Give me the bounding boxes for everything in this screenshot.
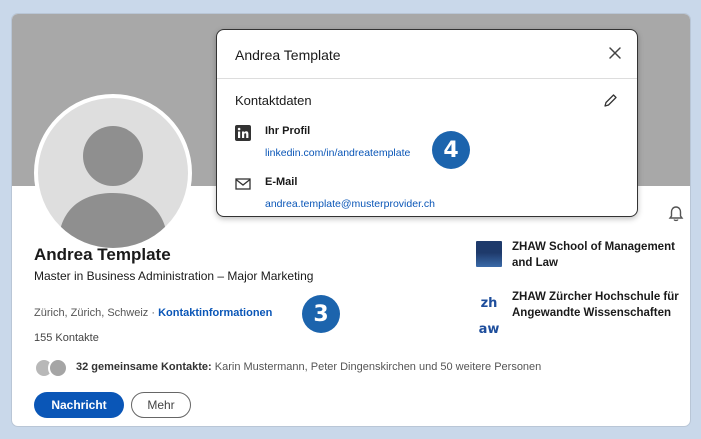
education-name: ZHAW School of Management and Law [512,241,675,269]
zhaw-logo: zh aw [478,296,500,337]
contact-profile-label: Ihr Profil [265,125,311,137]
location-line: Zürich, Zürich, Schweiz · Kontaktinforma… [34,307,272,319]
contact-info-modal: Andrea Template Kontaktdaten Ihr Profil … [216,29,638,217]
profile-headline: Master in Business Administration – Majo… [34,269,314,283]
avatar-placeholder-icon [58,126,168,248]
mutual-text: 32 gemeinsame Kontakte: Karin Mustermann… [76,361,541,373]
mutual-count: 32 gemeinsame Kontakte: [76,361,212,373]
profile-avatar[interactable] [34,94,192,252]
mutual-names: Karin Mustermann, Peter Dingenskirchen u… [214,361,542,373]
contact-email-link[interactable]: andrea.template@musterprovider.ch [265,198,435,210]
mutual-avatars [34,356,72,378]
zhaw-school-logo [476,241,502,267]
modal-section-title: Kontaktdaten [235,93,312,108]
contact-profile-link[interactable]: linkedin.com/in/andreatemplate [265,147,410,159]
connections-count[interactable]: 155 Kontakte [34,332,99,344]
callout-badge-4: 4 [432,131,470,169]
modal-title: Andrea Template [235,47,341,63]
callout-badge-3: 3 [302,295,340,333]
close-icon[interactable] [604,42,626,64]
education-item[interactable]: zh aw ZHAW Zürcher Hochschule für Angewa… [476,289,679,337]
contact-info-link[interactable]: Kontaktinformationen [158,307,272,319]
profile-name: Andrea Template [34,245,171,264]
linkedin-icon [235,125,251,141]
more-button[interactable]: Mehr [131,392,191,418]
contact-email-label: E-Mail [265,176,298,188]
education-list: ZHAW School of Management and Law zh aw … [476,239,679,339]
modal-divider [217,78,637,79]
education-item[interactable]: ZHAW School of Management and Law [476,239,676,283]
mail-icon [235,176,251,192]
education-name: ZHAW Zürcher Hochschule für Angewandte W… [512,291,679,319]
message-button[interactable]: Nachricht [34,392,124,418]
pencil-icon[interactable] [601,92,619,110]
mutual-avatar [48,358,68,378]
bell-icon[interactable] [667,205,685,223]
location-text: Zürich, Zürich, Schweiz · [34,307,156,319]
